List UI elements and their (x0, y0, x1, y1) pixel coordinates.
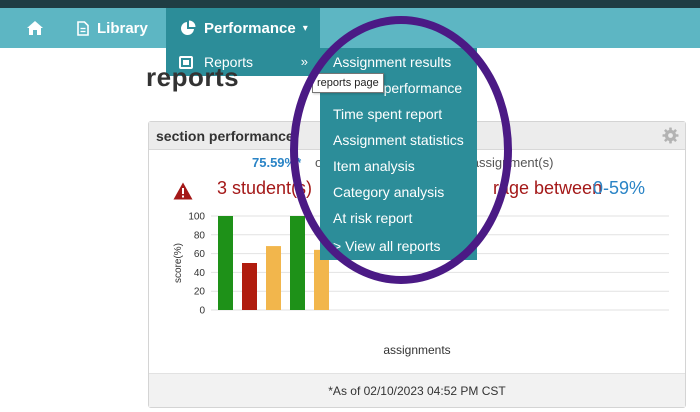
chart-y-tick-label: 60 (194, 249, 206, 260)
home-icon (27, 21, 43, 35)
home-button[interactable] (27, 8, 43, 48)
page-title: reports (146, 62, 240, 92)
card-footer: *As of 02/10/2023 04:52 PM CST (149, 373, 685, 407)
pie-chart-icon (181, 20, 196, 35)
warning-text: rage between (493, 178, 603, 198)
chart-y-tick-label: 20 (194, 287, 206, 298)
chart-bar (266, 246, 281, 310)
chart-y-tick-label: 40 (194, 268, 206, 279)
chart-y-axis-label: score(%) (173, 243, 184, 283)
chevron-down-icon: ▾ (302, 22, 308, 34)
submenu-arrow-icon: » (300, 54, 308, 69)
top-strip (0, 0, 700, 8)
chart-y-tick-label: 100 (188, 212, 205, 223)
highlight-circle (290, 16, 512, 284)
chart-y-tick-label: 0 (199, 306, 205, 317)
chart-y-tick-label: 80 (194, 230, 206, 241)
warning-icon (173, 182, 193, 205)
nav-performance[interactable]: Performance ▾ (166, 8, 320, 48)
gear-icon[interactable] (662, 127, 679, 149)
warning-range-link[interactable]: 0-59% (593, 178, 645, 199)
nav-library-label: Library (97, 19, 148, 37)
chart-bar (218, 216, 233, 310)
as-of-timestamp: *As of 02/10/2023 04:52 PM CST (328, 383, 506, 398)
chart-bar (290, 216, 305, 310)
document-icon (77, 20, 89, 36)
nav-performance-label: Performance (204, 19, 296, 37)
card-title: section performance (156, 128, 294, 144)
chart-x-axis-label: assignments (383, 343, 451, 357)
chart-bar (242, 263, 257, 310)
nav-library[interactable]: Library (77, 8, 148, 48)
